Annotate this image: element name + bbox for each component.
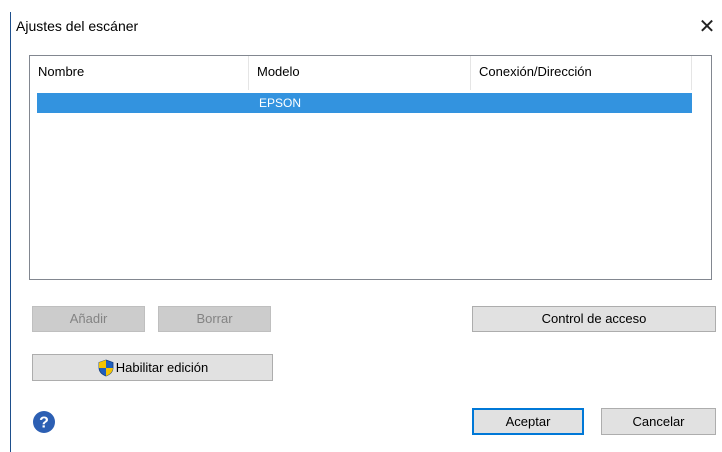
enable-edit-label: Habilitar edición — [115, 360, 209, 375]
scanner-settings-dialog: Ajustes del escáner ✕ Nombre Modelo Cone… — [0, 0, 722, 452]
list-header: Nombre Modelo Conexión/Dirección — [30, 56, 711, 90]
window-border — [10, 12, 11, 452]
cell-modelo: EPSON — [259, 96, 302, 110]
close-button[interactable]: ✕ — [696, 14, 718, 38]
delete-button[interactable]: Borrar — [158, 306, 271, 332]
column-header-conexion[interactable]: Conexión/Dirección — [471, 56, 692, 90]
uac-shield-icon — [98, 359, 114, 376]
cell-nombre — [37, 93, 250, 113]
svg-text:?: ? — [39, 415, 49, 432]
help-icon[interactable]: ? — [32, 410, 56, 434]
enable-edit-button[interactable]: Habilitar edición — [32, 354, 273, 381]
scanner-list[interactable]: Nombre Modelo Conexión/Dirección EPSON — [29, 55, 712, 280]
column-header-modelo[interactable]: Modelo — [249, 56, 471, 90]
add-button[interactable]: Añadir — [32, 306, 145, 332]
ok-button[interactable]: Aceptar — [472, 408, 584, 435]
close-icon: ✕ — [698, 15, 716, 38]
cell-conexion — [472, 93, 692, 113]
access-control-button[interactable]: Control de acceso — [472, 306, 716, 332]
cancel-button[interactable]: Cancelar — [601, 408, 716, 435]
column-header-nombre[interactable]: Nombre — [30, 56, 249, 90]
dialog-title: Ajustes del escáner — [16, 18, 139, 34]
scanner-row-selected[interactable]: EPSON — [37, 93, 692, 113]
